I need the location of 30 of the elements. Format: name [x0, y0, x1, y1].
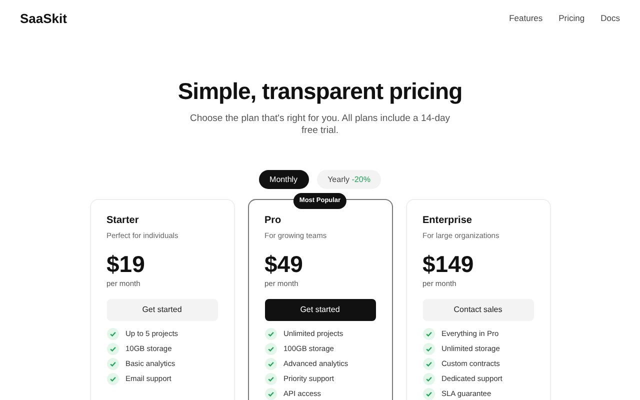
plan-name: Starter: [106, 215, 140, 227]
plan-button[interactable]: Contact sales: [422, 298, 534, 320]
check-icon: [422, 358, 434, 370]
check-icon: [106, 373, 118, 385]
page-subtitle: Choose the plan that's right for you. All plans include a 14-day free trial.: [189, 113, 451, 137]
nav-link[interactable]: Pricing: [558, 12, 585, 26]
check-icon: [422, 343, 434, 355]
logo[interactable]: SaaSkit: [20, 9, 67, 28]
plan-button[interactable]: Get started: [264, 298, 376, 320]
check-icon: [422, 373, 434, 385]
plan-name: Pro: [264, 215, 282, 227]
check-icon: [106, 358, 118, 370]
check-icon: [106, 343, 118, 355]
check-icon: [264, 373, 276, 385]
billing-tab[interactable]: Yearly -20%: [316, 170, 382, 189]
plan-name: Enterprise: [422, 215, 473, 227]
plan-price: $149: [422, 251, 475, 278]
nav-link[interactable]: Features: [509, 12, 543, 26]
plan-button[interactable]: Get started: [106, 298, 218, 320]
check-icon: [422, 328, 434, 340]
nav-link[interactable]: Docs: [600, 12, 620, 26]
check-icon: [106, 328, 118, 340]
check-icon: [264, 358, 276, 370]
page-title: Simple, transparent pricing: [178, 76, 462, 106]
check-icon: [264, 388, 276, 400]
plan-price: $49: [264, 251, 304, 278]
billing-tab[interactable]: Monthly: [258, 170, 309, 189]
check-icon: [264, 328, 276, 340]
check-icon: [264, 343, 276, 355]
plan-price: $19: [106, 251, 146, 278]
